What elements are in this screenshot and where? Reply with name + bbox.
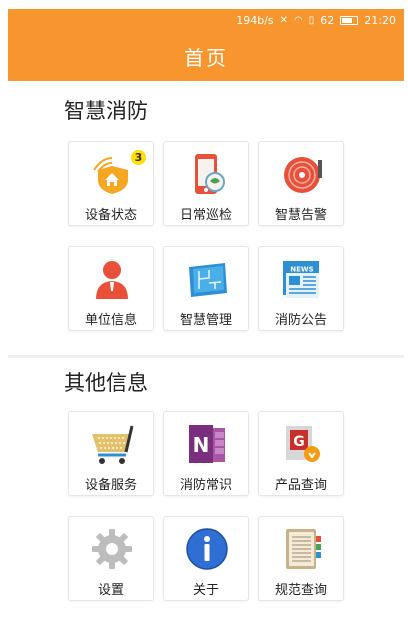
- tile-smart-management[interactable]: 智慧管理: [163, 246, 249, 331]
- tile-smart-alarm[interactable]: 智慧告警: [258, 141, 344, 226]
- tile-fire-knowledge[interactable]: N 消防常识: [163, 411, 249, 496]
- section-title-other-info: 其他信息: [64, 371, 148, 395]
- svg-text:N: N: [193, 433, 210, 457]
- tile-label: 设置: [97, 583, 124, 598]
- tile-settings[interactable]: 设置: [68, 516, 154, 601]
- device-status-icon: [93, 157, 128, 194]
- tile-device-service[interactable]: 设备服务: [68, 411, 154, 496]
- tile-label: 单位信息: [84, 313, 137, 328]
- tile-device-status[interactable]: 3 设备状态: [68, 141, 154, 226]
- shopping-cart-icon: [92, 425, 134, 464]
- alarm-bell-icon: [284, 157, 322, 193]
- tile-fire-notice[interactable]: NEWS 消防公告: [258, 246, 344, 331]
- tile-label: 产品查询: [274, 478, 327, 493]
- info-icon: [186, 528, 228, 570]
- clock: 21:20: [364, 13, 396, 27]
- battery-icon: [340, 15, 359, 25]
- spec-book-icon: [286, 529, 321, 569]
- person-icon: [96, 261, 128, 299]
- notebook-icon: N: [189, 425, 225, 463]
- page-title: 首页: [184, 45, 228, 70]
- svg-text:G: G: [293, 434, 305, 450]
- tile-unit-info[interactable]: 单位信息: [68, 246, 154, 331]
- wifi-icon: ◠: [294, 14, 303, 26]
- phone-inspection-icon: [195, 154, 225, 194]
- section-divider: [8, 355, 404, 358]
- sim-icon: ▯: [308, 14, 315, 26]
- product-search-icon: G: [286, 426, 320, 462]
- app-header: 首页: [8, 31, 404, 81]
- tile-label: 关于: [192, 583, 219, 598]
- tile-label: 设备服务: [84, 478, 137, 493]
- tile-spec-query[interactable]: 规范查询: [258, 516, 344, 601]
- svg-text:NEWS: NEWS: [290, 266, 313, 274]
- blueprint-icon: [189, 263, 227, 297]
- tile-label: 消防常识: [179, 478, 232, 493]
- news-icon: NEWS: [283, 261, 319, 298]
- notification-badge: 3: [131, 150, 146, 165]
- tile-label: 智慧管理: [179, 313, 232, 328]
- section-title-smart-fire: 智慧消防: [64, 99, 148, 123]
- network-speed: 194b/s: [236, 13, 274, 27]
- tile-label: 日常巡检: [179, 208, 232, 223]
- tile-label: 设备状态: [84, 208, 137, 223]
- home-content: 智慧消防 3 设备状态 日常巡检 智慧告警 单位信息 智慧管理 NEWS 消防公…: [8, 81, 404, 611]
- battery-level: 62: [320, 13, 335, 27]
- tile-label: 规范查询: [274, 583, 327, 598]
- tile-label: 消防公告: [274, 313, 327, 328]
- tile-product-query[interactable]: G 产品查询: [258, 411, 344, 496]
- tile-daily-inspection[interactable]: 日常巡检: [163, 141, 249, 226]
- tile-label: 智慧告警: [274, 208, 327, 223]
- mute-icon: ✕: [279, 14, 289, 26]
- tile-about[interactable]: 关于: [163, 516, 249, 601]
- gear-icon: [92, 529, 132, 569]
- status-bar: 194b/s ✕ ◠ ▯ 62 21:20: [8, 9, 404, 31]
